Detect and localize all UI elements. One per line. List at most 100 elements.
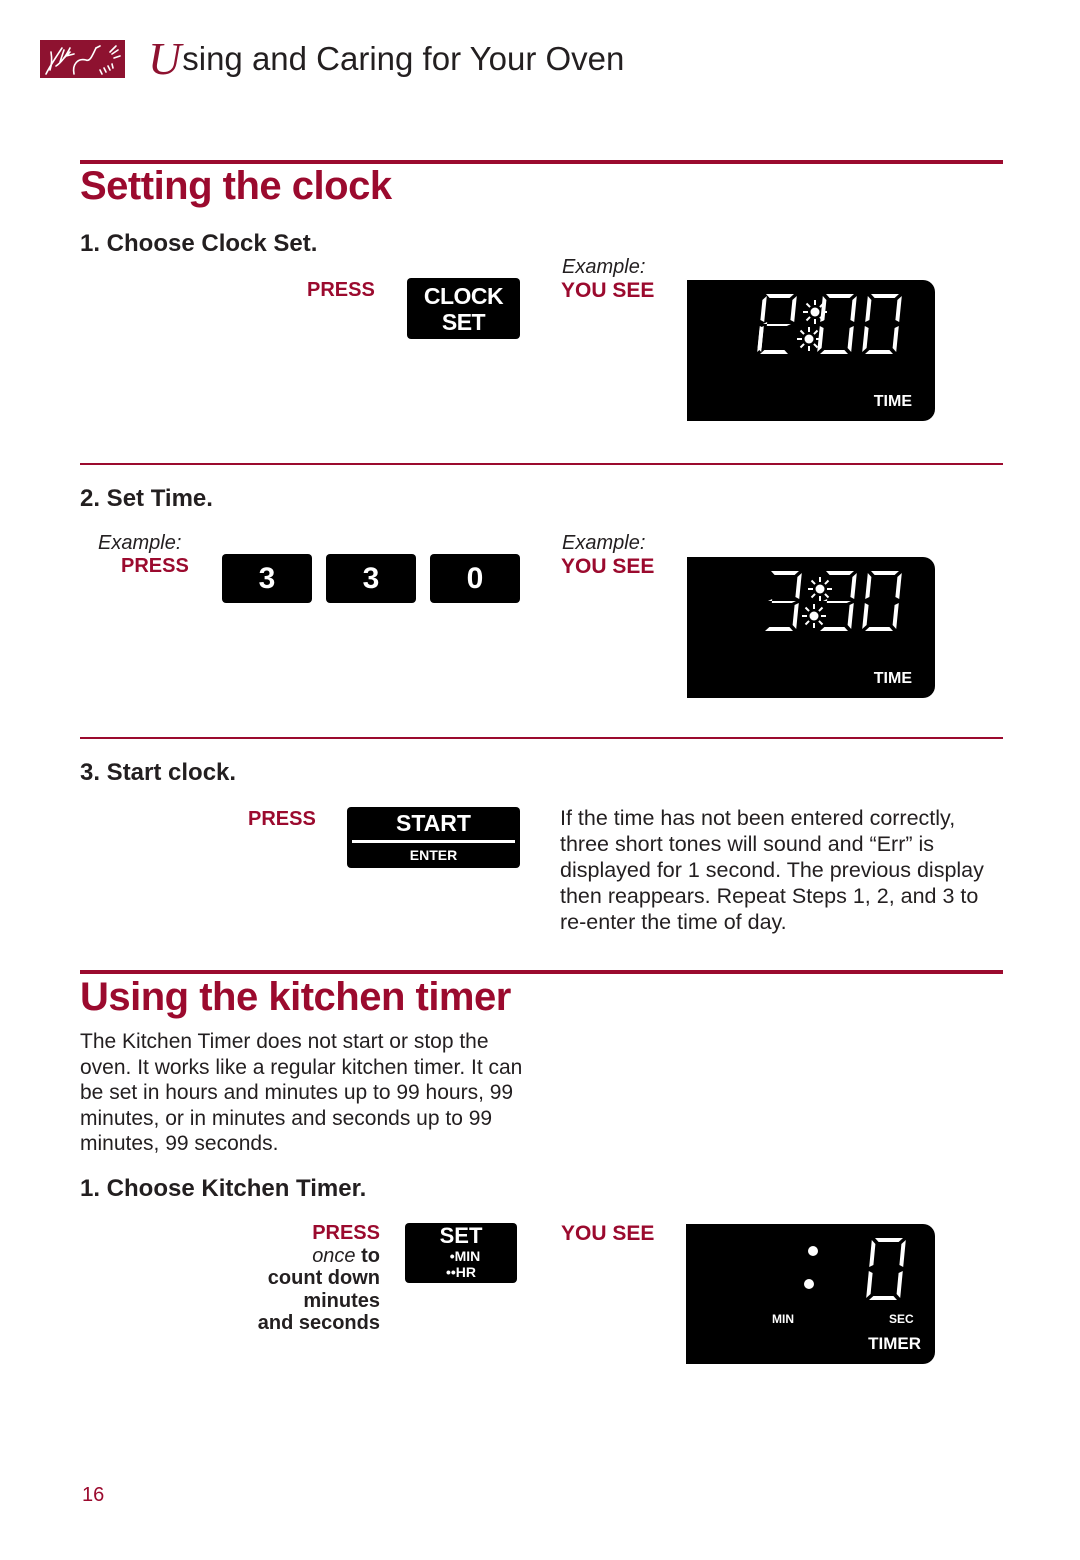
you-see-label: YOU SEE xyxy=(561,279,655,302)
colon-sun-ray xyxy=(805,302,811,308)
you-see-label: YOU SEE xyxy=(561,1222,655,1245)
timer-set-button[interactable]: SET •MIN ••HR xyxy=(405,1223,517,1283)
segment-g xyxy=(763,322,791,326)
step-title-choose-kitchen-timer: 1. Choose Kitchen Timer. xyxy=(80,1175,367,1202)
number-key-3[interactable]: 3 xyxy=(222,554,312,603)
enter-button-label: ENTER xyxy=(409,847,458,863)
clock-set-button-line1: CLOCK xyxy=(423,282,504,309)
segment-b xyxy=(899,1240,906,1267)
start-button-label: START xyxy=(396,810,471,836)
segment-g xyxy=(768,599,796,603)
segment-a xyxy=(826,571,854,575)
seven-segment-readout xyxy=(757,294,902,354)
segment-d xyxy=(820,627,848,631)
segment-a xyxy=(875,1238,903,1242)
error-note: If the time has not been entered correct… xyxy=(560,806,984,934)
display-sec-label: SEC xyxy=(889,1312,914,1326)
running-head-initial: U xyxy=(148,33,182,84)
display-mode-label: TIMER xyxy=(868,1334,921,1353)
running-head-text: sing and Caring for Your Oven xyxy=(182,40,625,77)
segment-b xyxy=(760,296,767,322)
segment-f xyxy=(865,296,872,322)
segment-e xyxy=(862,326,869,352)
segment-b xyxy=(850,573,857,599)
step-title-start-clock: 3. Start clock. xyxy=(80,759,237,786)
example-label: Example: xyxy=(98,532,182,554)
segment-c xyxy=(792,603,799,629)
seven-segment-readout xyxy=(866,1238,906,1300)
step-title-set-time: 2. Set Time. xyxy=(80,485,213,512)
segment-b xyxy=(895,573,902,599)
instruction-text: count down xyxy=(267,1267,380,1289)
wheat-logo-icon xyxy=(40,40,125,78)
clock-display-330: TIME xyxy=(687,557,935,698)
segment-e xyxy=(862,603,869,629)
start-enter-button[interactable]: START ENTER xyxy=(347,807,520,868)
segment-f xyxy=(820,296,827,322)
clock-set-button[interactable]: CLOCK SET xyxy=(407,278,520,339)
clock-set-button-line2: SET xyxy=(441,308,486,335)
example-label: Example: xyxy=(562,532,646,554)
press-label: PRESS xyxy=(121,555,189,577)
colon-sun-ray xyxy=(824,579,830,585)
segment-d xyxy=(865,350,893,354)
segment-f xyxy=(869,1240,876,1267)
you-see-label: YOU SEE xyxy=(561,555,655,578)
section-title-timer: Using the kitchen timer xyxy=(80,975,511,1019)
segment-c xyxy=(847,326,854,352)
instruction-text: to xyxy=(355,1244,380,1267)
timer-press-instruction: PRESS once to count down minutes and sec… xyxy=(200,1222,380,1335)
colon-sun-dot xyxy=(815,584,825,594)
colon-sun-ray xyxy=(813,343,819,349)
colon-sun-ray xyxy=(810,593,816,599)
segment-b xyxy=(895,296,902,322)
timer-intro: The Kitchen Timer does not start or stop… xyxy=(80,1030,523,1155)
timer-set-button-label: SET xyxy=(439,1223,483,1248)
section-rule xyxy=(80,970,1003,974)
segment-d xyxy=(865,627,893,631)
segment-d xyxy=(869,1296,897,1300)
segment-c xyxy=(892,326,899,352)
section-title-clock: Setting the clock xyxy=(80,164,392,208)
press-label: PRESS xyxy=(312,1222,380,1244)
colon-sun-ray xyxy=(818,620,824,626)
number-key-0[interactable]: 0 xyxy=(430,554,520,603)
key-divider xyxy=(352,840,515,843)
display-mode-label: TIME xyxy=(873,393,912,410)
segment-d xyxy=(765,627,793,631)
colon-sun-ray xyxy=(804,606,810,612)
running-head: Using and Caring for Your Oven xyxy=(148,36,624,82)
clock-display-1200: TIME xyxy=(687,280,935,421)
colon-sun-ray xyxy=(804,620,810,626)
display-mode-label: TIME xyxy=(873,670,912,687)
segment-a xyxy=(871,294,899,298)
segment-d xyxy=(760,350,788,354)
segment-b xyxy=(795,573,802,599)
number-key-3[interactable]: 3 xyxy=(326,554,416,603)
colon-sun-dot xyxy=(809,611,819,621)
segment-c xyxy=(892,603,899,629)
segment-c xyxy=(847,603,854,629)
instruction-text: and seconds xyxy=(257,1312,380,1334)
segment-b xyxy=(850,296,857,322)
instruction-text: minutes xyxy=(303,1289,380,1312)
colon-sun-ray xyxy=(799,329,805,335)
colon-sun-dot xyxy=(804,334,814,344)
segment-c xyxy=(896,1271,903,1298)
colon-sun-ray xyxy=(824,593,830,599)
colon-sun-ray xyxy=(799,343,805,349)
instruction-emphasis: once xyxy=(312,1244,356,1267)
segment-a xyxy=(826,294,854,298)
colon-sun-ray xyxy=(810,579,816,585)
press-label: PRESS xyxy=(307,279,375,301)
colon-sun-ray xyxy=(818,606,824,612)
segment-b xyxy=(790,296,797,322)
segment-e xyxy=(757,326,764,352)
segment-g xyxy=(823,599,851,603)
segment-a xyxy=(871,571,899,575)
step-title-choose-clock-set: 1. Choose Clock Set. xyxy=(80,230,318,257)
colon-sun-ray xyxy=(805,316,811,322)
step-divider xyxy=(80,737,1003,739)
step-divider xyxy=(80,463,1003,465)
colon-sun-dot xyxy=(810,307,820,317)
